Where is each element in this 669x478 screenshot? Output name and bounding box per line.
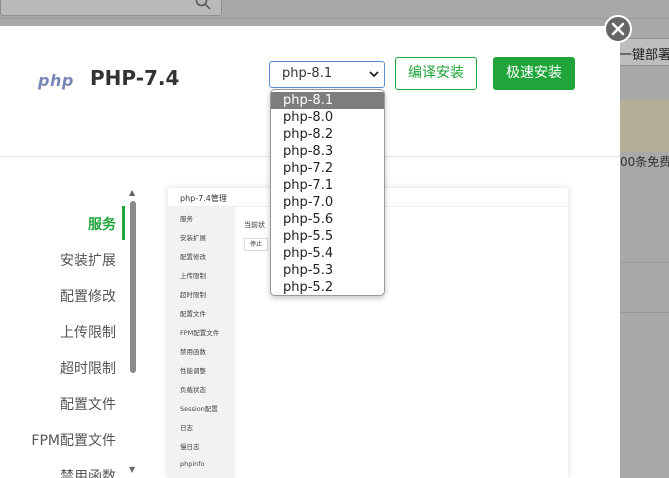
version-option[interactable]: php-5.2 <box>271 279 384 295</box>
preview-item: Session配置 <box>180 405 218 413</box>
sidebar-item-config-file[interactable]: 配置文件 <box>60 394 116 414</box>
sidebar-scroll-thumb[interactable] <box>130 201 136 373</box>
preview-item: 超时限制 <box>180 291 206 299</box>
version-option[interactable]: php-7.1 <box>271 177 384 194</box>
php-logo: php <box>38 71 74 90</box>
preview-item: 日志 <box>180 424 193 432</box>
fast-install-button[interactable]: 极速安装 <box>493 57 575 90</box>
version-option[interactable]: php-5.4 <box>271 245 384 262</box>
preview-item: 性能调整 <box>180 367 206 375</box>
sidebar-item-timeout-limit[interactable]: 超时限制 <box>60 358 116 378</box>
version-dropdown-list[interactable]: php-8.1 php-8.0 php-8.2 php-8.3 php-7.2 … <box>270 89 385 296</box>
preview-item: 安装扩展 <box>180 234 206 242</box>
version-option[interactable]: php-8.2 <box>271 126 384 143</box>
sidebar-item-config-edit[interactable]: 配置修改 <box>60 286 116 306</box>
version-select-value: php-8.1 <box>282 66 333 81</box>
modal-title: PHP-7.4 <box>90 66 180 90</box>
sidebar-active-indicator <box>122 206 125 240</box>
background-divider <box>0 18 669 19</box>
preview-item: 负载状态 <box>180 386 206 394</box>
preview-status-label: 当前状 <box>244 221 265 229</box>
chevron-down-icon <box>369 71 379 78</box>
version-option[interactable]: php-8.0 <box>271 109 384 126</box>
preview-item: 上传限制 <box>180 272 206 280</box>
modal-sidebar: 服务 安装扩展 配置修改 上传限制 超时限制 配置文件 FPM配置文件 禁用函数 <box>0 186 126 478</box>
preview-item: phpinfo <box>180 460 205 468</box>
version-option[interactable]: php-5.6 <box>271 211 384 228</box>
close-icon <box>611 22 625 36</box>
background-search-field <box>0 0 222 16</box>
version-option[interactable]: php-8.1 <box>271 92 384 109</box>
scroll-down-arrow-icon[interactable]: ▼ <box>129 465 135 474</box>
preview-item: 慢日志 <box>180 443 200 451</box>
background-divider <box>620 262 669 263</box>
sidebar-item-service[interactable]: 服务 <box>88 214 116 234</box>
preview-title: php-7.4管理 <box>180 194 227 203</box>
version-option[interactable]: php-5.3 <box>271 262 384 279</box>
version-select[interactable]: php-8.1 <box>269 61 385 88</box>
preview-item: 配置修改 <box>180 253 206 261</box>
sidebar-item-upload-limit[interactable]: 上传限制 <box>60 322 116 342</box>
background-banner-text: 00条免费 <box>620 155 669 169</box>
sidebar-item-disabled-functions[interactable]: 禁用函数 <box>60 466 116 478</box>
background-divider <box>620 312 669 313</box>
preview-item: 配置文件 <box>180 310 206 318</box>
background-banner <box>620 100 669 152</box>
version-option[interactable]: php-5.5 <box>271 228 384 245</box>
preview-sidebar: 服务 安装扩展 配置修改 上传限制 超时限制 配置文件 FPM配置文件 禁用函数… <box>168 207 235 478</box>
version-option[interactable]: php-7.0 <box>271 194 384 211</box>
preview-item: 禁用函数 <box>180 348 206 356</box>
scroll-up-arrow-icon[interactable]: ▲ <box>129 188 135 197</box>
preview-item: 服务 <box>180 215 193 223</box>
search-icon <box>195 0 211 10</box>
compile-install-button[interactable]: 编译安装 <box>395 57 477 90</box>
sidebar-item-install-extension[interactable]: 安装扩展 <box>60 250 116 270</box>
version-option[interactable]: php-7.2 <box>271 160 384 177</box>
close-button[interactable] <box>604 15 632 43</box>
version-option[interactable]: php-8.3 <box>271 143 384 160</box>
preview-stop-button: 停止 <box>244 238 268 251</box>
preview-item: FPM配置文件 <box>180 329 220 337</box>
sidebar-item-fpm-config[interactable]: FPM配置文件 <box>31 430 116 450</box>
